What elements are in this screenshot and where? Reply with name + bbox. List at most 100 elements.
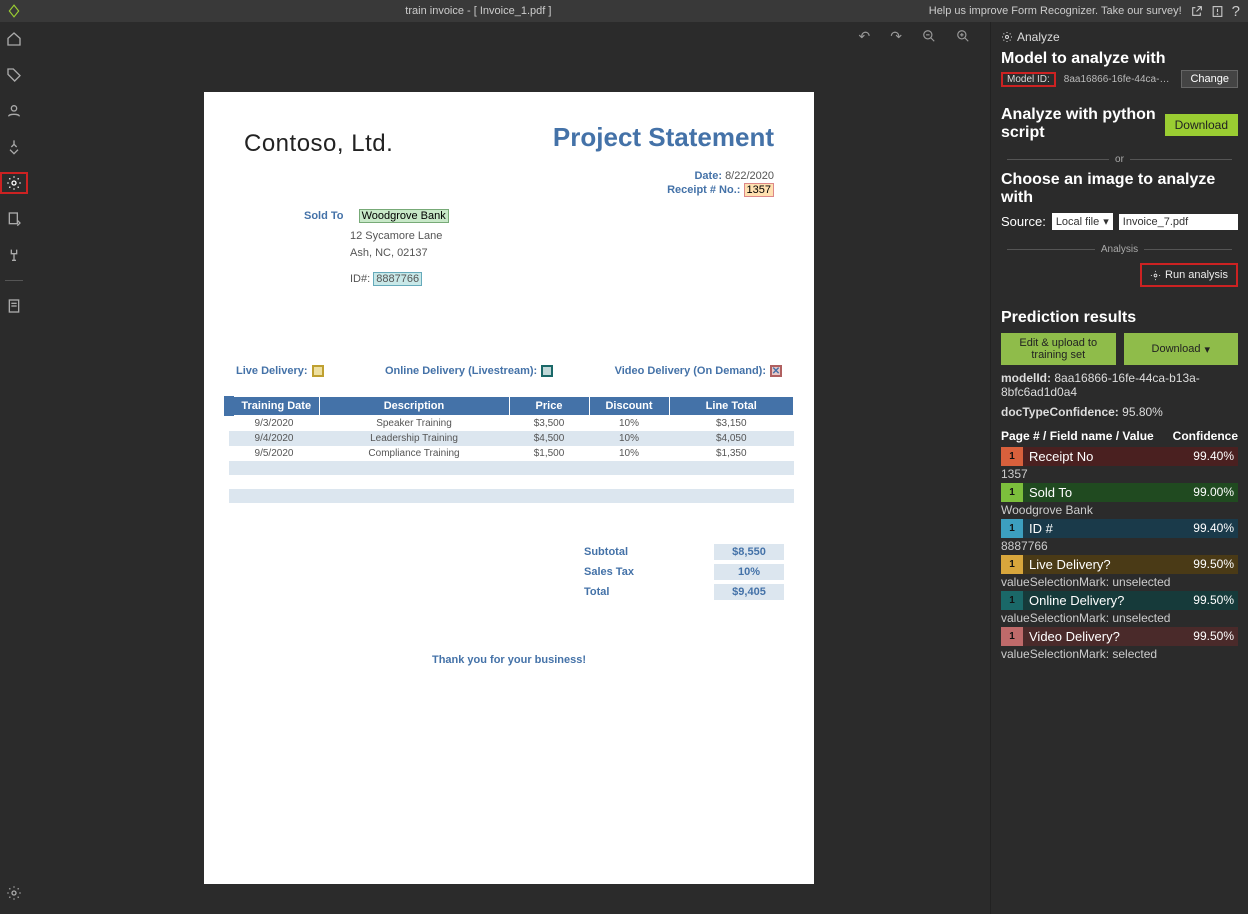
page-export-icon[interactable] [0,208,28,230]
table-row [229,475,794,489]
tax-label: Sales Tax [584,566,634,578]
page-badge: 1 [1001,555,1023,574]
table-row [229,461,794,475]
run-analysis-label: Run analysis [1165,269,1228,281]
model-title: Model to analyze with [1001,50,1238,68]
table-row: 9/4/2020Leadership Training$4,50010%$4,0… [229,431,794,446]
page-badge: 1 [1001,519,1023,538]
help-outline-icon[interactable] [1211,5,1224,18]
field-name: Video Delivery? [1023,627,1180,646]
live-delivery-label: Live Delivery: [236,365,308,377]
source-select-value: Local file [1056,216,1099,228]
result-row[interactable]: 1 ID # 99.40% [1001,519,1238,538]
live-delivery-checkbox [312,365,324,377]
help-icon[interactable]: ? [1232,3,1240,20]
total-label: Total [584,586,609,598]
settings-icon[interactable] [0,882,28,904]
video-delivery-label: Video Delivery (On Demand): [615,365,766,377]
field-name: Live Delivery? [1023,555,1180,574]
redo-icon[interactable]: ↷ [890,28,902,45]
page-badge: 1 [1001,591,1023,610]
divider [5,280,23,281]
download-results-button[interactable]: Download▾ [1124,333,1239,365]
addr-line1: 12 Sycamore Lane [350,228,564,245]
zoom-out-icon[interactable] [922,29,936,43]
invoice-page: Contoso, Ltd. Project Statement Date: 8/… [204,92,814,884]
model-id-value: 8aa16866-16fe-44ca-b13a-8bfc6a... [1064,74,1174,85]
zoom-in-icon[interactable] [956,29,970,43]
source-file-input[interactable]: Invoice_7.pdf [1119,214,1238,230]
table-row [229,503,794,517]
home-icon[interactable] [0,28,28,50]
date-label: Date: [694,170,722,182]
change-button[interactable]: Change [1181,70,1238,88]
subtotal-value: $8,550 [714,544,784,560]
result-row[interactable]: 1 Sold To 99.00% [1001,483,1238,502]
field-name: Sold To [1023,483,1180,502]
online-delivery-label: Online Delivery (Livestream): [385,365,537,377]
undo-icon[interactable]: ↶ [859,28,871,45]
document-icon[interactable] [0,295,28,317]
result-row[interactable]: 1 Receipt No 99.40% [1001,447,1238,466]
field-name: Online Delivery? [1023,591,1180,610]
analyze-heading: Analyze [1017,30,1060,44]
results-header-right: Confidence [1173,429,1238,443]
layers-icon[interactable] [0,100,28,122]
invoice-table: Training Date Description Price Discount… [224,396,794,517]
analyze-icon[interactable] [0,172,28,194]
survey-link[interactable]: Help us improve Form Recognizer. Take ou… [929,5,1182,17]
confidence: 99.50% [1180,627,1238,646]
result-row[interactable]: 1 Video Delivery? 99.50% [1001,627,1238,646]
chevron-down-icon: ▾ [1204,343,1210,356]
viewer-toolbar: ↶ ↷ [28,22,990,50]
field-value: valueSelectionMark: selected [1001,647,1238,661]
company-name: Contoso, Ltd. [244,130,393,158]
model-id-label: Model ID: [1001,72,1056,87]
th-desc: Description [319,397,509,416]
table-row [229,489,794,503]
source-label: Source: [1001,214,1046,229]
titlebar: train invoice - [ Invoice_1.pdf ] Help u… [0,0,1248,22]
id-value: 8887766 [373,272,422,286]
totals: Subtotal$8,550 Sales Tax10% Total$9,405 [584,544,784,604]
th-disc: Discount [589,397,669,416]
soldto-name: Woodgrove Bank [359,209,449,223]
field-value: valueSelectionMark: unselected [1001,575,1238,589]
receipt-value: 1357 [744,183,774,197]
run-analysis-button[interactable]: Run analysis [1140,263,1238,287]
app-logo [0,4,28,18]
modelid-label: modelId: [1001,371,1051,385]
field-value: 1357 [1001,467,1238,481]
thanks-text: Thank you for your business! [204,654,814,666]
page-badge: 1 [1001,483,1023,502]
tax-value: 10% [714,564,784,580]
chevron-down-icon: ▾ [1103,215,1109,228]
document-title: train invoice - [ Invoice_1.pdf ] [28,5,929,17]
confidence: 99.50% [1180,555,1238,574]
edit-upload-button[interactable]: Edit & upload to training set [1001,333,1116,365]
train-icon[interactable] [0,136,28,158]
document-viewer: ↶ ↷ Contoso, Ltd. Project Statement Date… [28,22,990,914]
confidence: 99.40% [1180,447,1238,466]
prediction-title: Prediction results [1001,309,1238,327]
result-row[interactable]: 1 Live Delivery? 99.50% [1001,555,1238,574]
download-script-button[interactable]: Download [1165,114,1238,136]
table-row: 9/3/2020Speaker Training$3,50010%$3,150 [229,416,794,432]
field-name: Receipt No [1023,447,1180,466]
connector-icon[interactable] [0,244,28,266]
script-title: Analyze with python script [1001,106,1165,142]
result-row[interactable]: 1 Online Delivery? 99.50% [1001,591,1238,610]
share-icon[interactable] [1190,5,1203,18]
analyze-panel: Analyze Model to analyze with Model ID: … [990,22,1248,914]
subtotal-label: Subtotal [584,546,628,558]
th-price: Price [509,397,589,416]
id-label: ID#: [350,273,370,285]
statement-title: Project Statement [553,122,774,153]
source-select[interactable]: Local file ▾ [1052,213,1113,230]
tag-icon[interactable] [0,64,28,86]
choose-title: Choose an image to analyze with [1001,171,1238,207]
addr-line2: Ash, NC, 02137 [350,245,564,262]
results-header-left: Page # / Field name / Value [1001,429,1154,443]
confidence: 99.40% [1180,519,1238,538]
video-delivery-checkbox: ✕ [770,365,782,377]
